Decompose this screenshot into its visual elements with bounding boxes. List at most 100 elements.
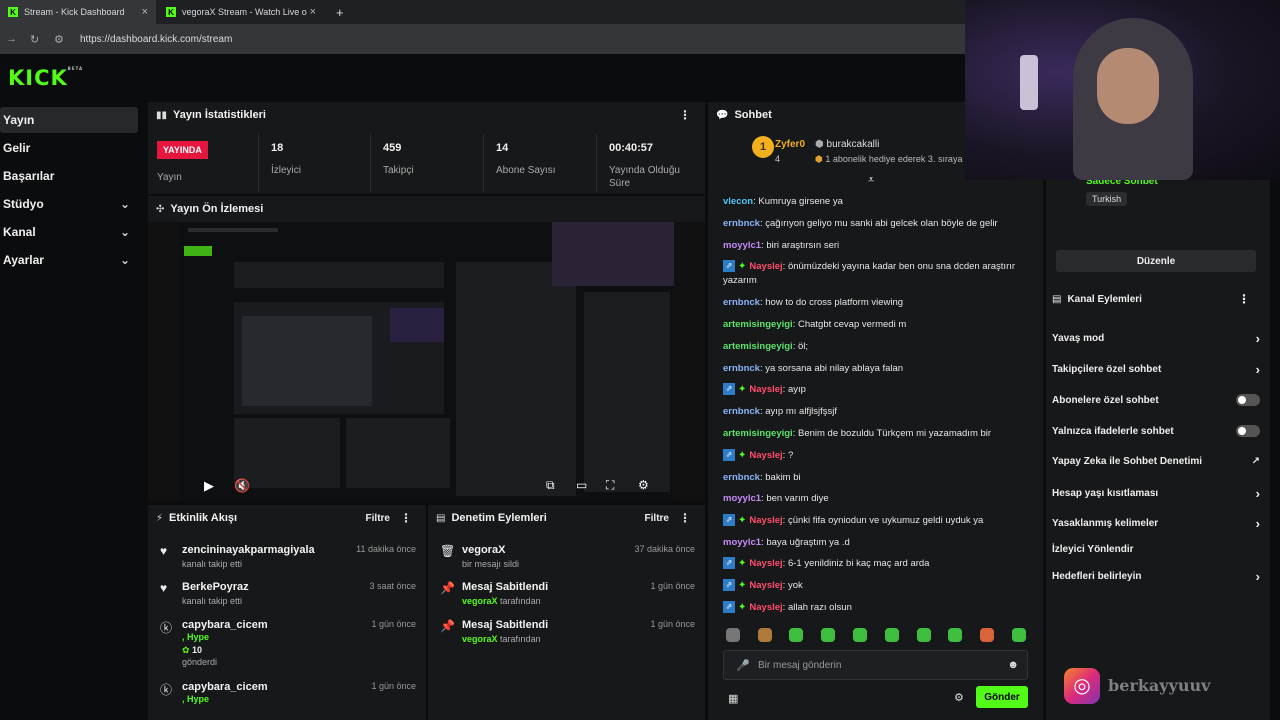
emote-icon[interactable] — [758, 628, 772, 642]
chat-username[interactable]: Nayslej — [749, 261, 782, 272]
activity-user[interactable]: BerkePoyraz — [182, 581, 249, 593]
mute-icon[interactable]: 🔇 — [234, 478, 250, 494]
play-icon[interactable]: ▶ — [204, 478, 214, 494]
emote-icon[interactable] — [726, 628, 740, 642]
activity-user[interactable]: capybara_cicem — [182, 681, 268, 693]
chat-message: ernbnck: ya sorsana abi nilay ablaya fal… — [723, 362, 1043, 376]
subscriber-badge-icon: ⇗ — [723, 514, 735, 527]
emote-icon[interactable] — [1012, 628, 1026, 642]
close-icon[interactable]: × — [310, 6, 316, 18]
stream-preview-header: ✣ Yayın Ön İzlemesi — [148, 196, 705, 222]
sidebar-item-gelir[interactable]: Gelir — [0, 135, 138, 161]
preview-frame — [180, 222, 674, 501]
action-ai-moderation[interactable]: Yapay Zeka ile Sohbet Denetimi ↗ — [1052, 456, 1260, 467]
filter-button[interactable]: Filtre — [366, 513, 390, 524]
chat-username[interactable]: ernbnck — [723, 297, 760, 308]
edit-button[interactable]: Düzenle — [1056, 250, 1256, 272]
action-set-goals[interactable]: Hedefleri belirleyin › — [1052, 569, 1260, 584]
more-options-icon[interactable]: ⋮ — [679, 108, 691, 122]
chat-message: ernbnck: how to do cross platform viewin… — [723, 296, 1043, 310]
subscribers-only-toggle[interactable] — [1236, 394, 1260, 406]
sidebar-item-ayarlar[interactable]: Ayarlar ⌄ — [0, 247, 138, 273]
new-tab-icon[interactable]: + — [328, 0, 348, 24]
fullscreen-icon[interactable]: ⛶ — [606, 478, 614, 493]
chat-text: allah razı olsun — [787, 602, 852, 613]
chat-username[interactable]: ernbnck — [723, 406, 760, 417]
scroll-down-icon[interactable]: ⩡ — [868, 174, 874, 187]
sidebar-item-basarilar[interactable]: Başarılar — [0, 163, 138, 189]
moderation-user[interactable]: vegoraX — [462, 544, 505, 556]
tab-kick-dashboard[interactable]: K Stream - Kick Dashboard × — [0, 0, 156, 24]
chat-username[interactable]: artemisingeyigi — [723, 341, 793, 352]
more-options-icon[interactable]: ⋮ — [400, 511, 412, 525]
emote-icon[interactable] — [980, 628, 994, 642]
moderation-time: 1 gün önce — [650, 581, 695, 591]
chat-username[interactable]: ernbnck — [723, 363, 760, 374]
gift-icon[interactable]: ▦ — [728, 692, 738, 705]
chat-message: ernbnck: bakim bi — [723, 471, 1043, 485]
emote-icon[interactable] — [917, 628, 931, 642]
chat-username[interactable]: moyylc1 — [723, 240, 761, 251]
url-field[interactable]: https://dashboard.kick.com/stream — [80, 34, 232, 45]
stat-label: Takipçi — [383, 165, 414, 176]
chat-username[interactable]: ernbnck — [723, 472, 760, 483]
action-account-age[interactable]: Hesap yaşı kısıtlaması › — [1052, 486, 1260, 501]
emoji-icon[interactable]: ☻ — [1007, 659, 1019, 671]
more-options-icon[interactable]: ⋮ — [1238, 292, 1250, 306]
emote-icon[interactable] — [821, 628, 835, 642]
panel-header: ▮▮ Yayın İstatistikleri ⋮ — [148, 102, 705, 128]
tab-vegorax-stream[interactable]: K vegoraX Stream - Watch Live o × — [158, 0, 324, 24]
chat-text: bakim bi — [765, 472, 801, 483]
emote-icon[interactable] — [853, 628, 867, 642]
stream-preview-video[interactable]: ▶ 🔇 ⧉ ▭ ⛶ ⚙ — [148, 222, 705, 501]
site-settings-icon[interactable]: ⚙ — [54, 33, 72, 46]
emote-icon[interactable] — [948, 628, 962, 642]
preview-content — [242, 316, 372, 406]
chat-message: ⇗ ✦ Nayslej: 6-1 yenildiniz bi kaç maç ard… — [723, 557, 1043, 571]
more-options-icon[interactable]: ⋮ — [679, 511, 691, 525]
emote-bar — [722, 628, 1032, 644]
sidebar-item-yayin[interactable]: Yayın — [0, 107, 138, 133]
external-link-icon: ↗ — [1251, 456, 1260, 467]
send-button[interactable]: Gönder — [976, 686, 1028, 708]
chat-username[interactable]: artemisingeyigi — [723, 428, 793, 439]
chat-username[interactable]: ernbnck — [723, 218, 760, 229]
kick-logo[interactable]: KICKBETA — [8, 66, 83, 90]
reload-icon[interactable]: ↻ — [30, 33, 48, 46]
chat-text: ayıp — [787, 384, 806, 395]
chat-username[interactable]: Nayslej — [749, 515, 782, 526]
chat-username[interactable]: Nayslej — [749, 558, 782, 569]
gift-badge-icon: ✦ — [738, 450, 747, 461]
lightning-icon: ⚡ — [156, 512, 164, 524]
pip-icon[interactable]: ⧉ — [546, 478, 555, 493]
chat-input[interactable]: 🎤 Bir mesaj gönderin ☻ — [723, 650, 1028, 680]
settings-icon[interactable]: ⚙ — [954, 691, 964, 704]
action-followers-only[interactable]: Takipçilere özel sohbet › — [1052, 362, 1260, 377]
emote-icon[interactable] — [789, 628, 803, 642]
theater-icon[interactable]: ▭ — [576, 478, 587, 492]
chat-username[interactable]: vlecon — [723, 196, 753, 207]
filter-button[interactable]: Filtre — [645, 513, 669, 524]
forward-icon[interactable]: → — [6, 33, 24, 45]
chat-username[interactable]: Nayslej — [749, 450, 782, 461]
sidebar-item-studyo[interactable]: Stüdyo ⌄ — [0, 191, 138, 217]
action-redirect-viewers[interactable]: İzleyici Yönlendir — [1052, 544, 1260, 555]
chat-username[interactable]: artemisingeyigi — [723, 319, 793, 330]
chat-username[interactable]: moyylc1 — [723, 537, 761, 548]
emotes-only-toggle[interactable] — [1236, 425, 1260, 437]
chat-username[interactable]: moyylc1 — [723, 493, 761, 504]
activity-user[interactable]: zencininayakparmagiyala — [182, 544, 315, 556]
action-slow-mode[interactable]: Yavaş mod › — [1052, 331, 1260, 346]
gifter-name[interactable]: Zyfer0 — [775, 139, 805, 150]
sidebar-item-kanal[interactable]: Kanal ⌄ — [0, 219, 138, 245]
chat-username[interactable]: Nayslej — [749, 602, 782, 613]
settings-icon[interactable]: ⚙ — [638, 478, 649, 492]
chat-text: yok — [787, 580, 803, 591]
chat-username[interactable]: Nayslej — [749, 384, 782, 395]
microphone-icon[interactable]: 🎤 — [736, 659, 750, 672]
activity-user[interactable]: capybara_cicem — [182, 619, 268, 631]
close-icon[interactable]: × — [142, 6, 148, 18]
emote-icon[interactable] — [885, 628, 899, 642]
action-banned-words[interactable]: Yasaklanmış kelimeler › — [1052, 516, 1260, 531]
chat-username[interactable]: Nayslej — [749, 580, 782, 591]
